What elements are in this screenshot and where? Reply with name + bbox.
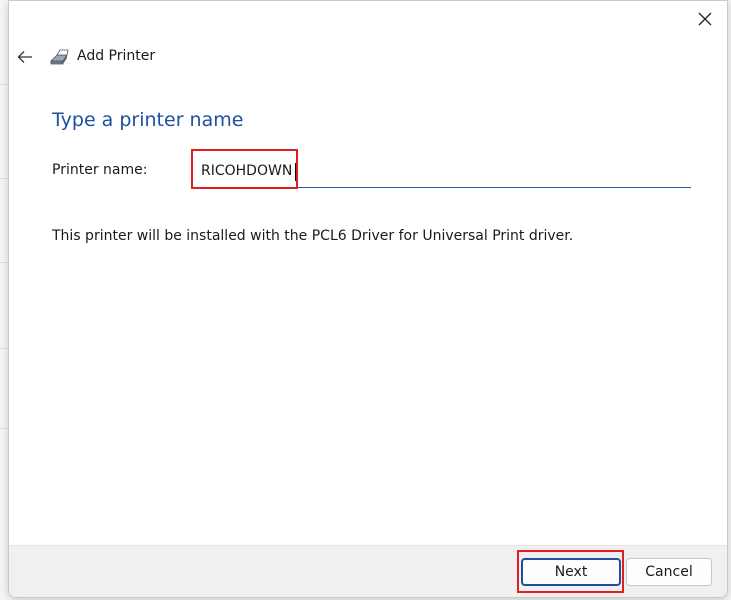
- printer-name-label: Printer name:: [52, 162, 148, 178]
- text-caret: [295, 163, 296, 181]
- add-printer-dialog: Add Printer Type a printer name Printer …: [8, 0, 728, 598]
- page-heading: Type a printer name: [52, 109, 244, 131]
- printer-name-field[interactable]: [191, 157, 691, 188]
- printer-icon: [50, 49, 69, 65]
- cancel-button[interactable]: Cancel: [626, 558, 712, 586]
- close-icon: [698, 12, 712, 26]
- close-button[interactable]: [687, 3, 723, 35]
- dialog-footer: Next Cancel: [9, 545, 727, 597]
- back-button[interactable]: [11, 43, 39, 71]
- dialog-header: Add Printer: [9, 41, 727, 73]
- next-button[interactable]: Next: [521, 558, 621, 586]
- printer-name-input[interactable]: [201, 157, 681, 185]
- driver-info-text: This printer will be installed with the …: [52, 228, 574, 244]
- dialog-title: Add Printer: [77, 48, 156, 64]
- back-arrow-icon: [17, 51, 32, 63]
